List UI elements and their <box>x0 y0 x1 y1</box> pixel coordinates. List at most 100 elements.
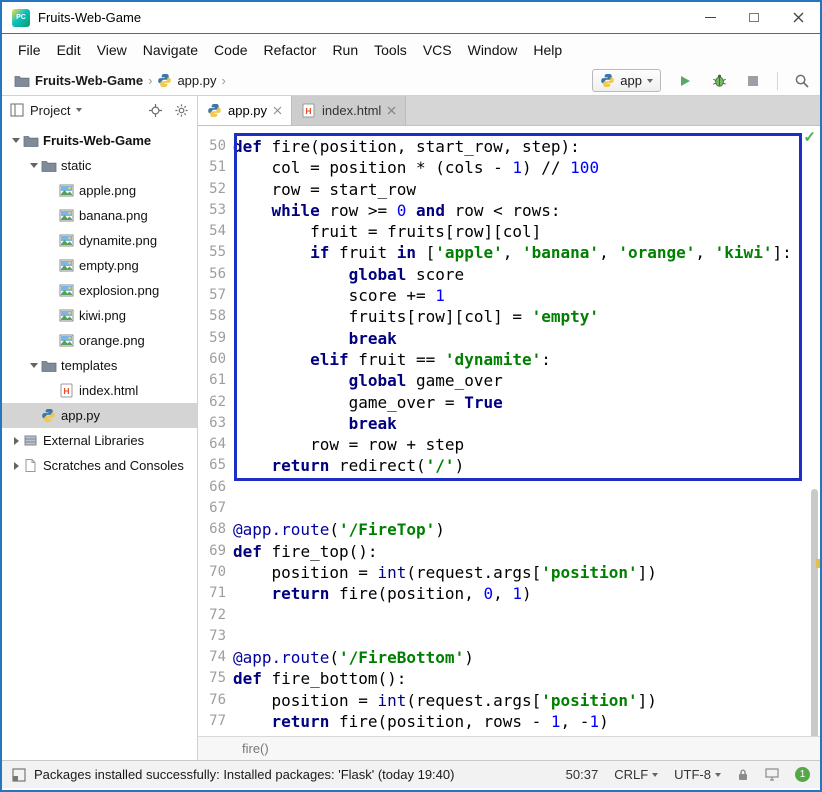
notification-badge[interactable]: 1 <box>795 767 810 782</box>
editor[interactable]: 50def fire(position, start_row, step):51… <box>198 126 820 736</box>
breadcrumb-item-fruits-web-game[interactable]: Fruits-Web-Game <box>35 73 143 88</box>
code-line[interactable]: 51 col = position * (cols - 1) // 100 <box>198 157 820 178</box>
project-panel-title[interactable]: Project <box>30 103 70 118</box>
line-number[interactable]: 67 <box>198 498 226 519</box>
code-line[interactable]: 54 fruit = fruits[row][col] <box>198 221 820 242</box>
code-line[interactable]: 56 global score <box>198 264 820 285</box>
tree-item-static[interactable]: static <box>2 153 197 178</box>
code-line[interactable]: 68@app.route('/FireTop') <box>198 519 820 540</box>
code-line[interactable]: 75def fire_bottom(): <box>198 668 820 689</box>
tree-item-index-html[interactable]: Hindex.html <box>2 378 197 403</box>
code-line[interactable]: 52 row = start_row <box>198 179 820 200</box>
stop-button[interactable] <box>743 71 763 91</box>
line-number[interactable]: 76 <box>198 690 226 711</box>
code-line[interactable]: 63 break <box>198 413 820 434</box>
line-number[interactable]: 63 <box>198 413 226 434</box>
code-line[interactable]: 70 position = int(request.args['position… <box>198 562 820 583</box>
tree-item-dynamite-png[interactable]: dynamite.png <box>2 228 197 253</box>
code-line[interactable]: 50def fire(position, start_row, step): <box>198 136 820 157</box>
code-line[interactable]: 58 fruits[row][col] = 'empty' <box>198 306 820 327</box>
line-number[interactable]: 77 <box>198 711 226 732</box>
line-number[interactable]: 74 <box>198 647 226 668</box>
menu-item-navigate[interactable]: Navigate <box>135 37 206 63</box>
tree-item-templates[interactable]: templates <box>2 353 197 378</box>
maximize-button[interactable] <box>732 2 776 33</box>
code-line[interactable]: 67 <box>198 498 820 519</box>
code-line[interactable]: 60 elif fruit == 'dynamite': <box>198 349 820 370</box>
tree-item-app-py[interactable]: app.py <box>2 403 197 428</box>
line-number[interactable]: 53 <box>198 200 226 221</box>
line-number[interactable]: 57 <box>198 285 226 306</box>
line-number[interactable]: 75 <box>198 668 226 689</box>
chevron-down-icon[interactable] <box>30 163 38 168</box>
code-line[interactable]: 57 score += 1 <box>198 285 820 306</box>
menu-item-tools[interactable]: Tools <box>366 37 415 63</box>
tree-item-apple-png[interactable]: apple.png <box>2 178 197 203</box>
menu-item-edit[interactable]: Edit <box>49 37 89 63</box>
breadcrumb-item-app.py[interactable]: app.py <box>177 73 216 88</box>
line-separator-select[interactable]: CRLF <box>614 767 658 782</box>
screen-reader-icon[interactable] <box>765 768 779 781</box>
code-line[interactable]: 61 global game_over <box>198 370 820 391</box>
search-everywhere-button[interactable] <box>792 71 812 91</box>
close-button[interactable] <box>776 2 820 33</box>
line-number[interactable]: 70 <box>198 562 226 583</box>
code-line[interactable]: 69def fire_top(): <box>198 541 820 562</box>
tree-item-kiwi-png[interactable]: kiwi.png <box>2 303 197 328</box>
code-line[interactable]: 73 <box>198 626 820 647</box>
line-number[interactable]: 66 <box>198 477 226 498</box>
line-number[interactable]: 61 <box>198 370 226 391</box>
chevron-down-icon[interactable] <box>12 138 20 143</box>
chevron-down-icon[interactable] <box>30 363 38 368</box>
locate-file-button[interactable] <box>145 100 165 120</box>
code-line[interactable]: 66 <box>198 477 820 498</box>
encoding-select[interactable]: UTF-8 <box>674 767 721 782</box>
line-number[interactable]: 52 <box>198 179 226 200</box>
menu-item-code[interactable]: Code <box>206 37 255 63</box>
tab-index-html[interactable]: Hindex.html <box>292 96 406 125</box>
tree-item-fruits-web-game[interactable]: Fruits-Web-Game <box>2 128 197 153</box>
tree-item-orange-png[interactable]: orange.png <box>2 328 197 353</box>
line-number[interactable]: 71 <box>198 583 226 604</box>
run-button[interactable] <box>675 71 695 91</box>
code-line[interactable]: 59 break <box>198 328 820 349</box>
code-line[interactable]: 53 while row >= 0 and row < rows: <box>198 200 820 221</box>
tab-close-icon[interactable] <box>387 106 396 115</box>
debug-button[interactable] <box>709 71 729 91</box>
tree-item-scratches-and-consoles[interactable]: Scratches and Consoles <box>2 453 197 478</box>
line-number[interactable]: 62 <box>198 392 226 413</box>
tree-item-external-libraries[interactable]: External Libraries <box>2 428 197 453</box>
menu-item-view[interactable]: View <box>89 37 135 63</box>
line-number[interactable]: 64 <box>198 434 226 455</box>
menu-item-file[interactable]: File <box>10 37 49 63</box>
line-number[interactable]: 68 <box>198 519 226 540</box>
line-number[interactable]: 69 <box>198 541 226 562</box>
caret-position[interactable]: 50:37 <box>566 767 599 782</box>
tree-item-explosion-png[interactable]: explosion.png <box>2 278 197 303</box>
code-line[interactable]: 77 return fire(position, rows - 1, -1) <box>198 711 820 732</box>
menu-item-refactor[interactable]: Refactor <box>256 37 325 63</box>
menu-item-window[interactable]: Window <box>460 37 526 63</box>
line-number[interactable]: 56 <box>198 264 226 285</box>
line-number[interactable]: 73 <box>198 626 226 647</box>
status-message[interactable]: Packages installed successfully: Install… <box>34 767 454 782</box>
settings-button[interactable] <box>171 100 191 120</box>
line-number[interactable]: 60 <box>198 349 226 370</box>
tree-item-empty-png[interactable]: empty.png <box>2 253 197 278</box>
code-line[interactable]: 71 return fire(position, 0, 1) <box>198 583 820 604</box>
code-line[interactable]: 72 <box>198 605 820 626</box>
menu-item-run[interactable]: Run <box>324 37 366 63</box>
code-line[interactable]: 74@app.route('/FireBottom') <box>198 647 820 668</box>
toolwindow-toggle-icon[interactable] <box>12 768 26 782</box>
breadcrumb-fire[interactable]: fire() <box>242 741 269 756</box>
tab-app-py[interactable]: app.py <box>198 96 292 125</box>
code-line[interactable]: 55 if fruit in ['apple', 'banana', 'oran… <box>198 242 820 263</box>
line-number[interactable]: 50 <box>198 136 226 157</box>
line-number[interactable]: 72 <box>198 605 226 626</box>
line-number[interactable]: 58 <box>198 306 226 327</box>
line-number[interactable]: 54 <box>198 221 226 242</box>
run-config-combo[interactable]: app <box>592 69 661 92</box>
line-number[interactable]: 59 <box>198 328 226 349</box>
code-line[interactable]: 64 row = row + step <box>198 434 820 455</box>
line-number[interactable]: 51 <box>198 157 226 178</box>
